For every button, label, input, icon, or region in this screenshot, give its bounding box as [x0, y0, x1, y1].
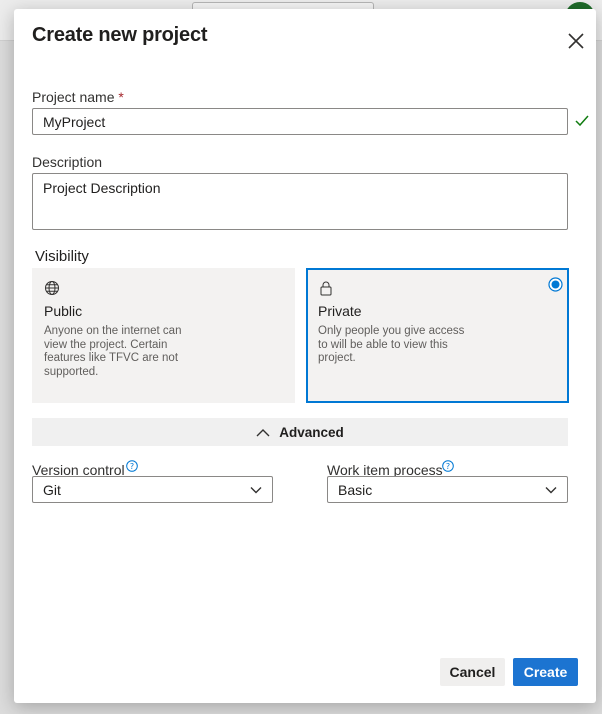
help-icon[interactable]: ? — [442, 460, 454, 472]
project-name-input[interactable] — [32, 108, 568, 135]
private-option-title: Private — [318, 303, 362, 319]
description-textarea[interactable]: Project Description — [32, 173, 568, 230]
cancel-button[interactable]: Cancel — [440, 658, 505, 686]
description-label: Description — [32, 154, 103, 170]
dialog-title: Create new project — [32, 24, 208, 46]
advanced-toggle[interactable]: Advanced — [32, 418, 568, 446]
visibility-option-private[interactable]: Private Only people you give access to w… — [306, 268, 569, 403]
visibility-option-public[interactable]: Public Anyone on the internet can view t… — [32, 268, 295, 403]
private-option-description: Only people you give access to will be a… — [318, 325, 465, 364]
project-name-label-text: Project name — [32, 89, 115, 105]
chevron-up-icon — [256, 428, 270, 436]
checkmark-icon — [575, 115, 589, 127]
svg-text:?: ? — [130, 462, 134, 471]
chevron-down-icon — [545, 486, 557, 493]
visibility-label: Visibility — [35, 248, 89, 265]
globe-icon — [45, 281, 59, 295]
create-project-dialog: Create new project Project name * Descri… — [14, 9, 596, 703]
svg-text:?: ? — [446, 462, 450, 471]
advanced-label: Advanced — [279, 424, 344, 440]
create-button[interactable]: Create — [513, 658, 578, 686]
close-icon[interactable] — [566, 31, 586, 51]
radio-selected-icon[interactable] — [548, 277, 563, 292]
help-icon[interactable]: ? — [126, 460, 138, 472]
work-item-process-select[interactable]: Basic — [327, 476, 568, 503]
required-marker: * — [118, 89, 124, 105]
work-item-process-value: Basic — [338, 481, 373, 498]
public-option-description: Anyone on the internet can view the proj… — [44, 325, 182, 378]
lock-icon — [320, 281, 332, 296]
chevron-down-icon — [250, 486, 262, 493]
public-option-title: Public — [44, 303, 83, 319]
version-control-select[interactable]: Git — [32, 476, 273, 503]
version-control-value: Git — [43, 481, 61, 498]
project-name-label: Project name * — [32, 89, 124, 105]
